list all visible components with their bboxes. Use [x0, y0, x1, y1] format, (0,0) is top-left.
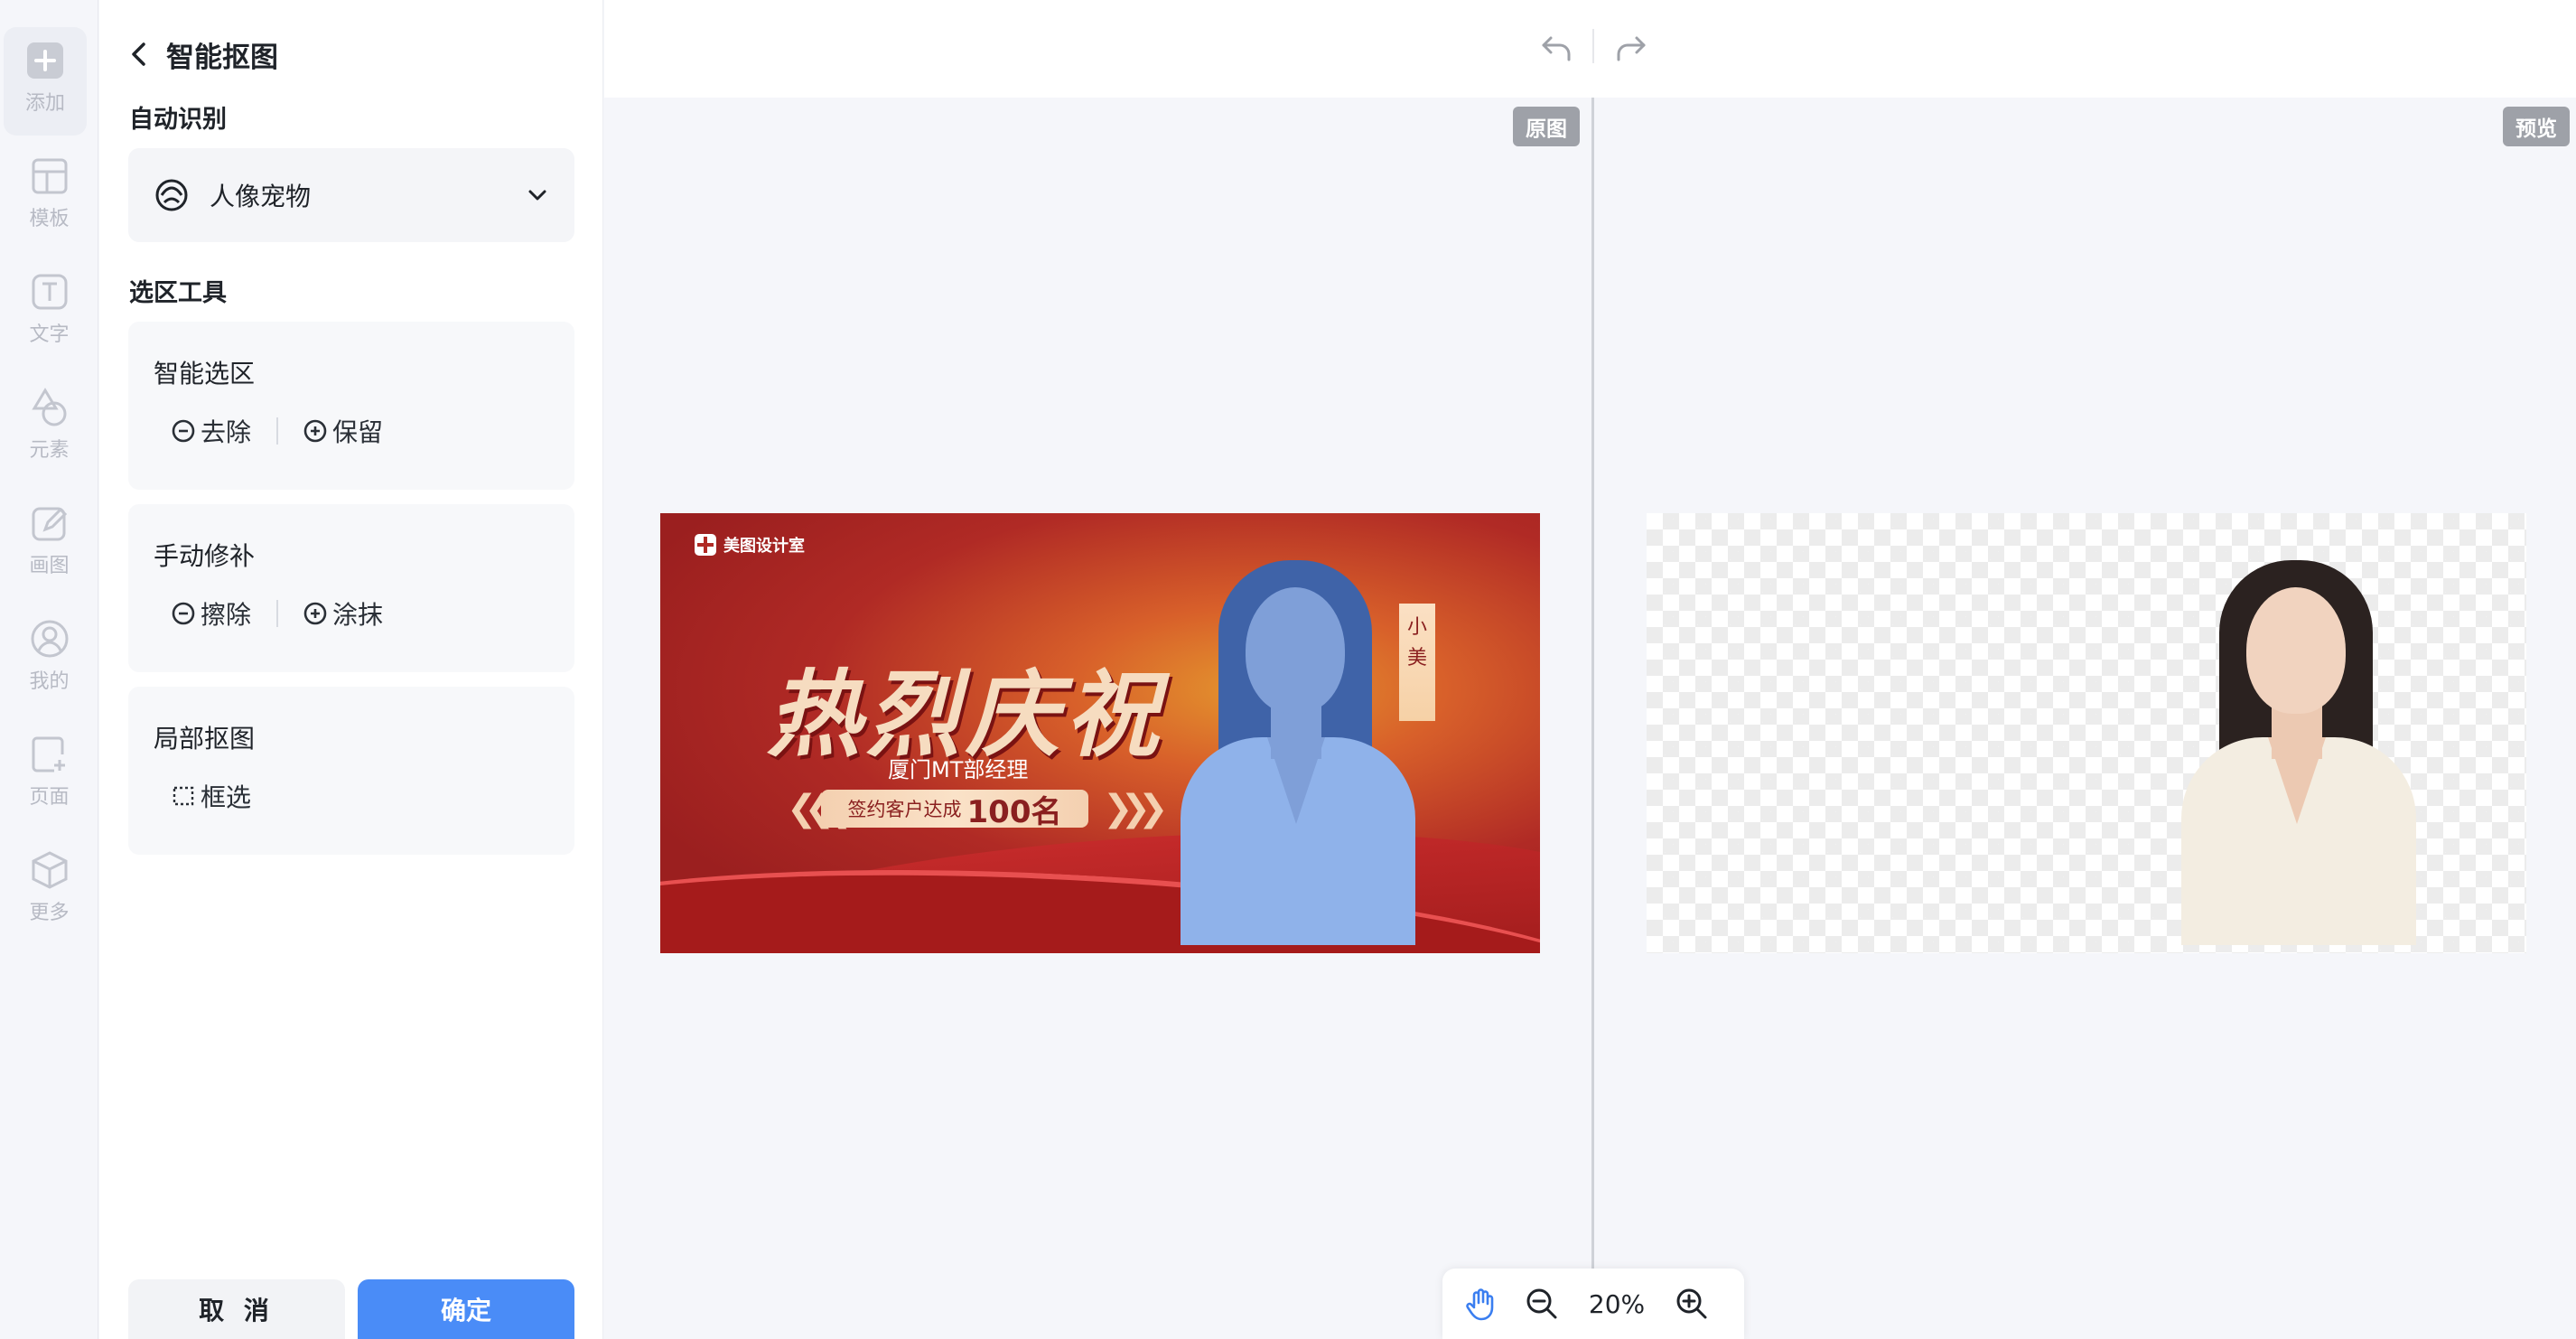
chevron-down-icon: [528, 190, 546, 201]
rail-label: 我的: [29, 670, 70, 693]
banner-brand-text: 美图设计室: [723, 537, 805, 556]
rail-item-text[interactable]: 文字: [0, 258, 98, 367]
user-icon: [29, 618, 70, 660]
auto-detect-select[interactable]: 人像宠物: [128, 148, 574, 242]
banner-pill-number: 100名: [966, 793, 1062, 830]
rail-item-mine[interactable]: 我的: [0, 605, 98, 714]
local-cutout-title: 局部抠图: [154, 724, 256, 754]
preview-image[interactable]: [1647, 513, 2526, 953]
zoom-toolbar: 20%: [1442, 1269, 1744, 1339]
smart-select-options: 去除 保留: [170, 412, 383, 450]
minus-circle-icon: [172, 419, 195, 443]
page-icon: [29, 734, 70, 775]
rail-label: 模板: [29, 208, 70, 230]
banner-subline: 厦门MT部经理: [888, 757, 1029, 782]
auto-detect-value: 人像宠物: [210, 182, 312, 211]
panel-title: 智能抠图: [166, 41, 278, 74]
banner-name-tag: 小 美: [1399, 604, 1435, 721]
draw-icon: [29, 502, 70, 544]
name-tag-char: 美: [1406, 647, 1427, 670]
local-cutout-options: 框选: [170, 777, 251, 815]
zoom-level: 20%: [1588, 1288, 1646, 1319]
zoom-in-icon[interactable]: [1674, 1286, 1710, 1322]
rail-item-page[interactable]: 页面: [0, 721, 98, 829]
rail-label: 画图: [29, 555, 70, 577]
template-icon: [29, 155, 70, 197]
local-cutout-card: 局部抠图 框选: [128, 687, 574, 855]
rail-item-add[interactable]: 添加: [4, 27, 87, 136]
redo-icon[interactable]: [1610, 27, 1651, 69]
panel-header: 智能抠图: [126, 34, 278, 74]
hand-pan-icon[interactable]: [1462, 1286, 1498, 1322]
plus-circle-icon: [303, 419, 327, 443]
plus-icon: [24, 40, 66, 81]
banner-chevrons-right: ❯❯❯: [1103, 788, 1168, 829]
rail-item-draw[interactable]: 画图: [0, 490, 98, 598]
manual-erase-button[interactable]: 擦除: [170, 595, 251, 632]
smart-keep-button[interactable]: 保留: [302, 413, 383, 449]
compare-divider[interactable]: [1591, 98, 1594, 1339]
neckline: [2268, 737, 2326, 824]
back-arrow-icon[interactable]: [126, 40, 152, 69]
rail-label: 更多: [29, 902, 70, 924]
tool-rail: 添加 模板 文字 元素 画图 我的 页面 更多: [0, 0, 98, 1339]
rail-label: 文字: [29, 323, 70, 346]
zoom-out-icon[interactable]: [1524, 1286, 1560, 1322]
divider: [1592, 29, 1594, 63]
rail-item-elements[interactable]: 元素: [0, 374, 98, 482]
original-image[interactable]: 美图设计室 热烈庆祝 厦门MT部经理 ❮❮❮ 签约客户达成 100名 ❯❯❯ 小…: [660, 513, 1540, 953]
banner-pill: 签约客户达成 100名: [821, 790, 1088, 830]
manual-paint-label: 涂抹: [332, 600, 384, 630]
divider: [276, 417, 279, 445]
smart-remove-label: 去除: [201, 417, 252, 447]
preview-tag: 预览: [2503, 107, 2570, 146]
portrait-icon: [155, 179, 188, 211]
canvas-toolbar: [604, 0, 2576, 98]
smart-select-card: 智能选区 去除 保留: [128, 322, 574, 490]
cancel-button[interactable]: 取 消: [128, 1279, 345, 1339]
box-select-label: 框选: [201, 782, 252, 812]
smart-remove-button[interactable]: 去除: [170, 413, 251, 449]
manual-paint-button[interactable]: 涂抹: [302, 595, 383, 632]
rail-item-template[interactable]: 模板: [0, 143, 98, 251]
banner-pill-text: 签约客户达成: [847, 799, 962, 820]
shapes-icon: [29, 387, 70, 428]
selection-tools-label: 选区工具: [129, 279, 227, 307]
face: [1246, 587, 1345, 714]
confirm-button[interactable]: 确定: [358, 1279, 574, 1339]
selected-person: [1162, 560, 1433, 945]
manual-patch-title: 手动修补: [154, 541, 256, 571]
smart-select-title: 智能选区: [154, 359, 256, 389]
divider: [276, 600, 279, 627]
manual-patch-options: 擦除 涂抹: [170, 595, 383, 632]
smart-keep-label: 保留: [332, 417, 384, 447]
box-select-button[interactable]: 框选: [170, 778, 251, 814]
plus-circle-icon: [303, 602, 327, 625]
cutout-person: [2163, 560, 2434, 945]
name-tag-char: 小: [1406, 616, 1427, 639]
cube-icon: [29, 849, 70, 891]
original-tag: 原图: [1513, 107, 1580, 146]
text-icon: [29, 271, 70, 313]
minus-circle-icon: [172, 602, 195, 625]
neckline: [1267, 737, 1325, 824]
rail-label: 元素: [29, 439, 70, 462]
undo-icon[interactable]: [1536, 27, 1578, 69]
rail-label: 添加: [24, 92, 65, 115]
auto-detect-label: 自动识别: [129, 106, 227, 134]
marquee-select-icon: [173, 786, 194, 806]
banner-brand: 美图设计室: [695, 533, 805, 557]
face: [2246, 587, 2346, 714]
canvas-workspace[interactable]: 原图 预览 美图设计室 热烈庆祝 厦门MT部经理 ❮❮❮ 签约客户达成 100名…: [604, 98, 2576, 1339]
brand-logo-icon: [695, 534, 716, 556]
rail-item-more[interactable]: 更多: [0, 837, 98, 945]
manual-patch-card: 手动修补 擦除 涂抹: [128, 504, 574, 672]
rail-label: 页面: [29, 786, 70, 809]
manual-erase-label: 擦除: [201, 600, 252, 630]
smart-cutout-panel: 智能抠图 自动识别 人像宠物 选区工具 智能选区 去除 保留 手动修补 擦除 涂…: [99, 0, 603, 1339]
